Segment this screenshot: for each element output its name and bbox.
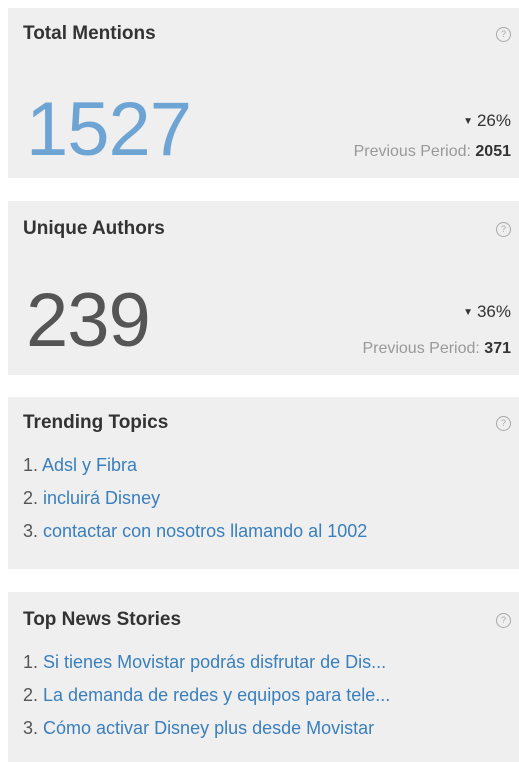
change-indicator: ▼ 36% <box>463 302 511 322</box>
help-circle-icon[interactable]: ? <box>496 416 511 431</box>
previous-label: Previous Period: <box>353 143 471 160</box>
total-mentions-card: Total Mentions ? 1527 ▼ 26% Previous Peri… <box>8 8 519 178</box>
item-number: 2. <box>23 488 39 508</box>
card-title: Trending Topics <box>23 412 169 433</box>
list-item: 2. incluirá Disney <box>23 482 511 515</box>
previous-value: 371 <box>484 340 511 357</box>
news-link[interactable]: La demanda de redes y equipos para tele.… <box>43 685 390 705</box>
item-number: 3. <box>23 521 39 541</box>
change-percent: 36% <box>476 302 511 321</box>
help-circle-icon[interactable]: ? <box>496 27 511 42</box>
help-circle-icon[interactable]: ? <box>496 222 511 237</box>
topic-link[interactable]: incluirá Disney <box>43 488 160 508</box>
topic-link[interactable]: Adsl y Fibra <box>42 455 137 475</box>
card-title: Total Mentions <box>23 23 156 44</box>
previous-period: Previous Period: 371 <box>362 340 511 358</box>
list-item: 1. Si tienes Movistar podrás disfrutar d… <box>23 646 511 679</box>
news-link[interactable]: Si tienes Movistar podrás disfrutar de D… <box>43 652 386 672</box>
previous-period: Previous Period: 2051 <box>354 143 511 161</box>
item-number: 3. <box>23 718 39 738</box>
news-link[interactable]: Cómo activar Disney plus desde Movistar <box>43 718 374 738</box>
unique-authors-card: Unique Authors ? 239 ▼ 36% Previous Perio… <box>8 201 519 375</box>
trending-topics-card: Trending Topics ? 1. Adsl y Fibra 2. inc… <box>8 397 519 569</box>
top-news-card: Top News Stories ? 1. Si tienes Movistar… <box>8 592 519 762</box>
caret-down-icon: ▼ <box>463 116 473 127</box>
help-circle-icon[interactable]: ? <box>496 613 511 628</box>
top-news-list: 1. Si tienes Movistar podrás disfrutar d… <box>23 646 511 745</box>
list-item: 3. contactar con nosotros llamando al 10… <box>23 515 511 548</box>
caret-down-icon: ▼ <box>463 307 473 318</box>
list-item: 2. La demanda de redes y equipos para te… <box>23 679 511 712</box>
previous-label: Previous Period: <box>362 340 480 357</box>
card-title: Unique Authors <box>23 218 165 239</box>
trending-topics-list: 1. Adsl y Fibra 2. incluirá Disney 3. co… <box>23 449 511 548</box>
metric-value: 1527 <box>26 87 192 172</box>
previous-value: 2051 <box>475 143 511 160</box>
list-item: 3. Cómo activar Disney plus desde Movist… <box>23 712 511 745</box>
topic-link[interactable]: contactar con nosotros llamando al 1002 <box>43 521 367 541</box>
change-percent: 26% <box>476 111 511 130</box>
change-indicator: ▼ 26% <box>463 111 511 131</box>
item-number: 2. <box>23 685 39 705</box>
list-item: 1. Adsl y Fibra <box>23 449 511 482</box>
item-number: 1. <box>23 652 39 672</box>
item-number: 1. <box>23 455 39 475</box>
card-title: Top News Stories <box>23 609 182 630</box>
metric-value: 239 <box>26 278 151 363</box>
